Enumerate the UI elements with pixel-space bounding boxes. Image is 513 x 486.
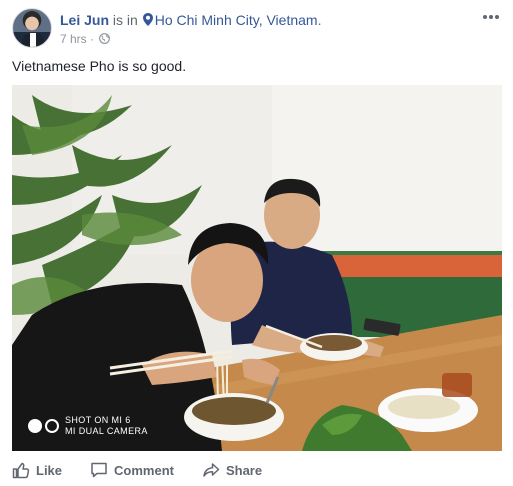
- thumbs-up-icon: [12, 462, 30, 479]
- share-button[interactable]: Share: [202, 461, 262, 479]
- like-label: Like: [36, 462, 63, 478]
- watermark-dots-icon: [28, 419, 59, 433]
- share-label: Share: [225, 462, 263, 478]
- share-arrow-icon: [203, 463, 220, 477]
- camera-watermark: SHOT ON MI 6 MI DUAL CAMERA: [28, 415, 148, 437]
- more-options-icon[interactable]: [480, 10, 502, 24]
- facebook-post: Lei Jun is in Ho Chi Minh City, Vietnam.…: [0, 0, 513, 486]
- post-actions-bar: Like Comment Share: [12, 458, 502, 482]
- post-header: Lei Jun is in Ho Chi Minh City, Vietnam.…: [12, 8, 502, 50]
- watermark-line1: SHOT ON MI 6: [65, 415, 131, 425]
- post-meta: 7 hrs ·: [60, 31, 111, 47]
- globe-icon[interactable]: [99, 33, 111, 44]
- post-photo[interactable]: SHOT ON MI 6 MI DUAL CAMERA: [12, 85, 502, 451]
- watermark-line2: MI DUAL CAMERA: [65, 426, 148, 436]
- author-name-link[interactable]: Lei Jun: [60, 12, 109, 28]
- comment-button[interactable]: Comment: [90, 461, 174, 479]
- comment-label: Comment: [114, 462, 174, 478]
- like-button[interactable]: Like: [12, 461, 62, 479]
- timestamp-link[interactable]: 7 hrs: [60, 32, 87, 46]
- avatar[interactable]: [12, 8, 52, 48]
- location-link[interactable]: Ho Chi Minh City, Vietnam: [155, 12, 318, 28]
- photo-illustration: [12, 85, 502, 451]
- meta-separator: ·: [90, 32, 95, 46]
- post-text: Vietnamese Pho is so good.: [12, 58, 187, 74]
- speech-bubble-icon: [91, 462, 107, 478]
- location-suffix: .: [317, 12, 322, 28]
- is-in-text: is in: [112, 12, 138, 28]
- watermark-text: SHOT ON MI 6 MI DUAL CAMERA: [65, 415, 148, 437]
- post-headline: Lei Jun is in Ho Chi Minh City, Vietnam.: [60, 11, 321, 29]
- location-pin-icon: [142, 13, 153, 26]
- avatar-shirt: [30, 33, 36, 47]
